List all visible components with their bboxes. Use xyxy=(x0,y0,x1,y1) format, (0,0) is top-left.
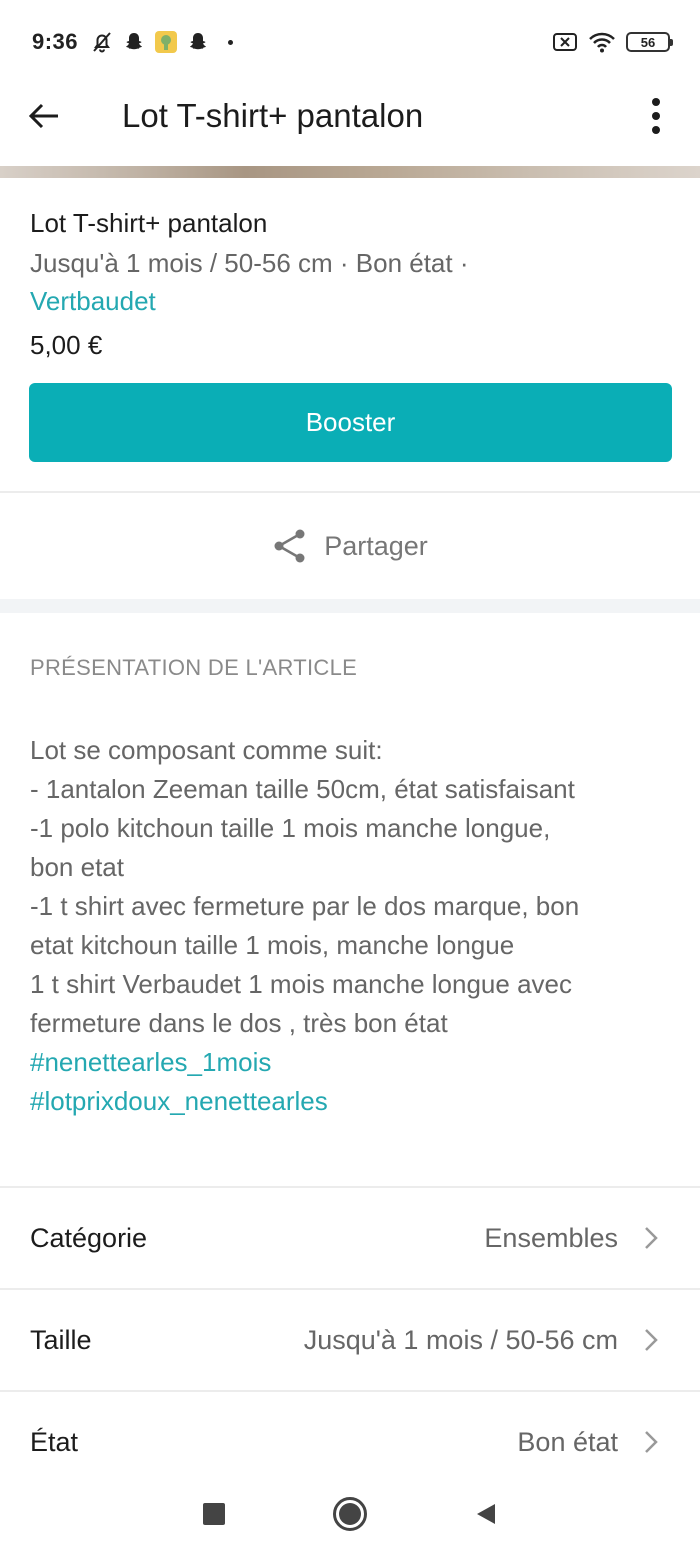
item-price: 5,00 € xyxy=(30,330,103,360)
close-box-icon xyxy=(552,31,578,53)
brand-link[interactable]: Vertbaudet xyxy=(30,283,156,319)
description-line: -1 polo kitchoun taille 1 mois manche lo… xyxy=(30,813,551,843)
attribute-label: État xyxy=(30,1426,79,1457)
description-line: 1 t shirt Verbaudet 1 mois manche longue… xyxy=(30,969,572,999)
more-options-button[interactable] xyxy=(612,66,700,166)
attribute-label: Taille xyxy=(30,1324,92,1355)
attribute-value: Ensembles xyxy=(484,1222,618,1253)
back-nav-button[interactable] xyxy=(475,1502,497,1526)
share-label: Partager xyxy=(324,530,428,561)
notification-icons xyxy=(90,30,234,54)
battery-icon: 56 xyxy=(626,32,673,52)
description-line: Lot se composant comme suit: xyxy=(30,735,383,765)
description-line: etat kitchoun taille 1 mois, manche long… xyxy=(30,930,515,960)
item-summary: Lot T-shirt+ pantalon Jusqu'à 1 mois / 5… xyxy=(30,205,672,363)
share-button[interactable]: Partager xyxy=(0,493,700,599)
description-line: - 1antalon Zeeman taille 50cm, état sati… xyxy=(30,774,575,804)
item-description: PRÉSENTATION DE L'ARTICLE Lot se composa… xyxy=(30,655,670,1121)
attribute-row-category[interactable]: Catégorie Ensembles xyxy=(0,1186,700,1288)
system-icons: 56 xyxy=(552,31,673,53)
attribute-value: Bon état xyxy=(517,1426,618,1457)
hashtag-link[interactable]: #nenettearles_1mois xyxy=(30,1043,670,1082)
status-time: 9:36 xyxy=(32,29,79,54)
description-body: Lot se composant comme suit: - 1antalon … xyxy=(30,731,670,1121)
attribute-value: Jusqu'à 1 mois / 50-56 cm xyxy=(303,1324,618,1355)
snapchat-icon xyxy=(122,30,146,54)
recents-button[interactable] xyxy=(203,1503,225,1525)
share-icon xyxy=(272,528,308,564)
item-title: Lot T-shirt+ pantalon xyxy=(30,208,268,238)
section-separator xyxy=(0,599,700,613)
wifi-icon xyxy=(588,31,616,53)
system-navigation-bar xyxy=(0,1472,700,1556)
top-app-bar: Lot T-shirt+ pantalon xyxy=(0,66,700,166)
description-heading: PRÉSENTATION DE L'ARTICLE xyxy=(30,655,358,680)
more-vertical-icon xyxy=(651,97,661,135)
attribute-row-size[interactable]: Taille Jusqu'à 1 mois / 50-56 cm xyxy=(0,1288,700,1390)
description-line: -1 t shirt avec fermeture par le dos mar… xyxy=(30,891,580,921)
chevron-right-icon xyxy=(644,1430,660,1454)
page-title: Lot T-shirt+ pantalon xyxy=(122,97,424,134)
chevron-right-icon xyxy=(644,1226,660,1250)
dot-icon xyxy=(228,39,234,45)
chevron-right-icon xyxy=(644,1328,660,1352)
snapchat-icon xyxy=(186,30,210,54)
booster-button[interactable]: Booster xyxy=(29,383,672,462)
arrow-left-icon xyxy=(28,102,60,130)
app-icon xyxy=(154,30,178,54)
home-button[interactable] xyxy=(333,1497,367,1531)
description-line: fermeture dans le dos , très bon état xyxy=(30,1008,448,1038)
bell-off-icon xyxy=(90,30,114,54)
attribute-label: Catégorie xyxy=(30,1222,148,1253)
home-icon xyxy=(339,1503,361,1525)
back-button[interactable] xyxy=(0,66,88,166)
description-line: bon etat xyxy=(30,852,124,882)
hashtag-link[interactable]: #lotprixdoux_nenettearles xyxy=(30,1082,670,1121)
item-photo-edge[interactable] xyxy=(0,166,700,178)
item-meta: Jusqu'à 1 mois / 50-56 cm · Bon état · xyxy=(30,248,469,278)
